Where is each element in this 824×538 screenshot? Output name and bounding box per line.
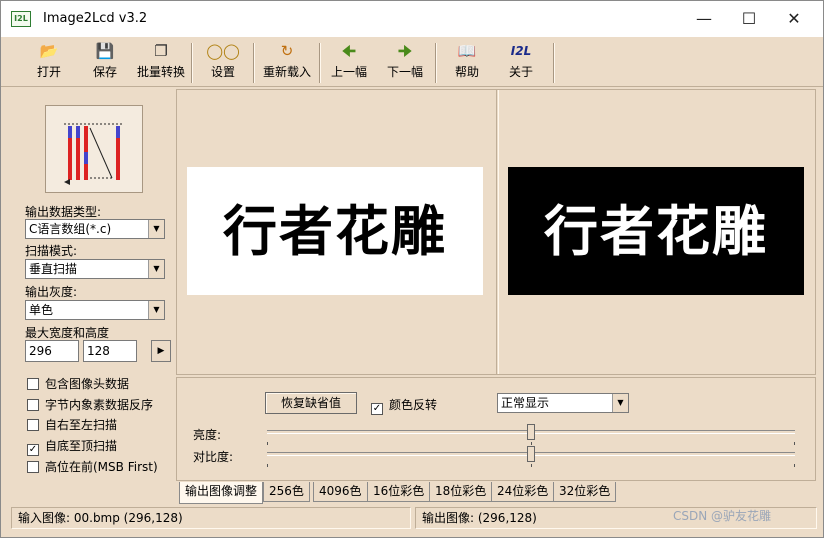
checkbox-empty-icon [27,419,39,431]
tab-4[interactable]: 18位彩色 [429,482,493,502]
brightness-label: 亮度: [193,428,222,442]
save-button[interactable]: 💾 保存 [79,41,131,83]
option-checkbox[interactable]: 高位在前(MSB First) [27,458,158,476]
checkbox-checked-icon: ✓ [27,444,39,456]
play-arrow-icon: ▶ [157,346,165,356]
chevron-down-icon: ▼ [148,220,164,238]
input-image-status: 输入图像: 00.bmp (296,128) [11,507,411,529]
option-checkbox[interactable]: 包含图像头数据 [27,375,129,393]
brightness-slider-thumb[interactable] [527,424,535,440]
batch-convert-button[interactable]: ❐ 批量转换 [135,41,187,83]
close-icon: ✕ [787,9,801,28]
image-adjust-panel: 恢复缺省值 ✓ 颜色反转 正常显示 ▼ 亮度: 对比度: [176,377,816,481]
previous-image-button[interactable]: 🠈 上一幅 [325,41,373,83]
brightness-ticks [267,442,795,445]
checkbox-empty-icon [27,399,39,411]
window-title: Image2Lcd v3.2 [43,11,148,26]
tab-2[interactable]: 4096色 [313,482,368,502]
max-size-label: 最大宽度和高度 [25,326,110,340]
settings-button[interactable]: ◯◯ 设置 [197,41,249,83]
toolbar-separator [253,43,255,83]
checkbox-empty-icon [27,378,39,390]
arrow-right-icon: 🠊 [398,42,412,60]
floppy-disk-icon: 💾 [95,42,115,60]
output-image-preview: 行者花雕 [508,167,804,295]
contrast-slider[interactable] [267,446,795,462]
app-window: I2L Image2Lcd v3.2 — ☐ ✕ 📂 打开 💾 保存 ❐ 批量转… [0,0,824,538]
tab-0[interactable]: 输出图像调整 [179,482,264,504]
input-image-preview: 行者花雕 [187,167,483,295]
close-button[interactable]: ✕ [771,1,817,37]
help-book-icon: 📖 [457,42,477,60]
toolbar-separator [553,43,555,83]
next-image-button[interactable]: 🠊 下一幅 [381,41,429,83]
tab-3[interactable]: 16位彩色 [367,482,431,502]
image-preview-area: 行者花雕 行者花雕 [176,89,816,375]
scan-mode-preview [45,105,143,193]
option-checkbox[interactable]: 自右至左扫描 [27,416,117,434]
checkbox-checked-icon: ✓ [371,403,383,415]
output-type-select[interactable]: C语言数组(*.c) ▼ [25,219,165,239]
slider-tick [530,442,532,445]
reload-icon: ↻ [280,42,294,60]
contrast-ticks [267,464,795,467]
preview-divider [496,90,499,374]
scan-mode-select[interactable]: 垂直扫描 ▼ [25,259,165,279]
toolbar-separator [319,43,321,83]
slider-tick [794,442,795,445]
arrow-left-icon: 🠈 [342,42,356,60]
help-button[interactable]: 📖 帮助 [443,41,491,83]
app-icon: I2L [11,11,31,27]
chevron-down-icon: ▼ [148,301,164,319]
title-bar: I2L Image2Lcd v3.2 — ☐ ✕ [1,1,823,37]
option-checkbox[interactable]: ✓ 自底至顶扫描 [27,437,117,456]
brightness-slider[interactable] [267,424,795,440]
maximize-button[interactable]: ☐ [726,1,772,37]
stacked-images-icon: ❐ [154,42,168,60]
minimize-icon: — [696,9,712,28]
chevron-down-icon: ▼ [148,260,164,278]
max-width-input[interactable]: 296 [25,340,79,362]
toolbar: 📂 打开 💾 保存 ❐ 批量转换 ◯◯ 设置 ↻ 重新载入 🠈 上一幅 🠊 下一… [1,37,823,87]
display-mode-select[interactable]: 正常显示 ▼ [497,393,629,413]
folder-open-icon: 📂 [39,42,59,60]
slider-tick [530,464,532,467]
toolbar-separator [191,43,193,83]
restore-defaults-button[interactable]: 恢复缺省值 [265,392,357,414]
about-button[interactable]: I2L 关于 [497,41,545,83]
settings-panel: 输出数据类型: C语言数组(*.c) ▼ 扫描模式: 垂直扫描 ▼ 输出灰度: … [11,89,175,487]
checkbox-empty-icon [27,461,39,473]
tab-1[interactable]: 256色 [263,482,310,502]
contrast-slider-thumb[interactable] [527,446,535,462]
scan-mode-label: 扫描模式: [25,244,78,258]
toolbar-separator [435,43,437,83]
slider-tick [794,464,795,467]
invert-color-checkbox[interactable]: ✓ 颜色反转 [371,396,437,415]
glasses-icon: ◯◯ [206,42,240,60]
slider-tick [267,442,268,445]
gray-level-select[interactable]: 单色 ▼ [25,300,165,320]
reload-button[interactable]: ↻ 重新载入 [259,41,315,83]
about-logo-icon: I2L [510,44,532,58]
tab-6[interactable]: 32位彩色 [553,482,617,502]
minimize-button[interactable]: — [681,1,727,37]
open-button[interactable]: 📂 打开 [23,41,75,83]
maximize-icon: ☐ [741,9,757,28]
slider-tick [267,464,268,467]
contrast-label: 对比度: [193,450,234,464]
output-type-label: 输出数据类型: [25,205,102,219]
option-checkbox[interactable]: 字节内象素数据反序 [27,396,153,414]
tab-5[interactable]: 24位彩色 [491,482,555,502]
scan-direction-icon [64,123,122,185]
watermark: CSDN @驴友花雕 [673,509,772,523]
chevron-down-icon: ▼ [612,394,628,412]
apply-size-button[interactable]: ▶ [151,340,171,362]
gray-level-label: 输出灰度: [25,285,78,299]
max-height-input[interactable]: 128 [83,340,137,362]
